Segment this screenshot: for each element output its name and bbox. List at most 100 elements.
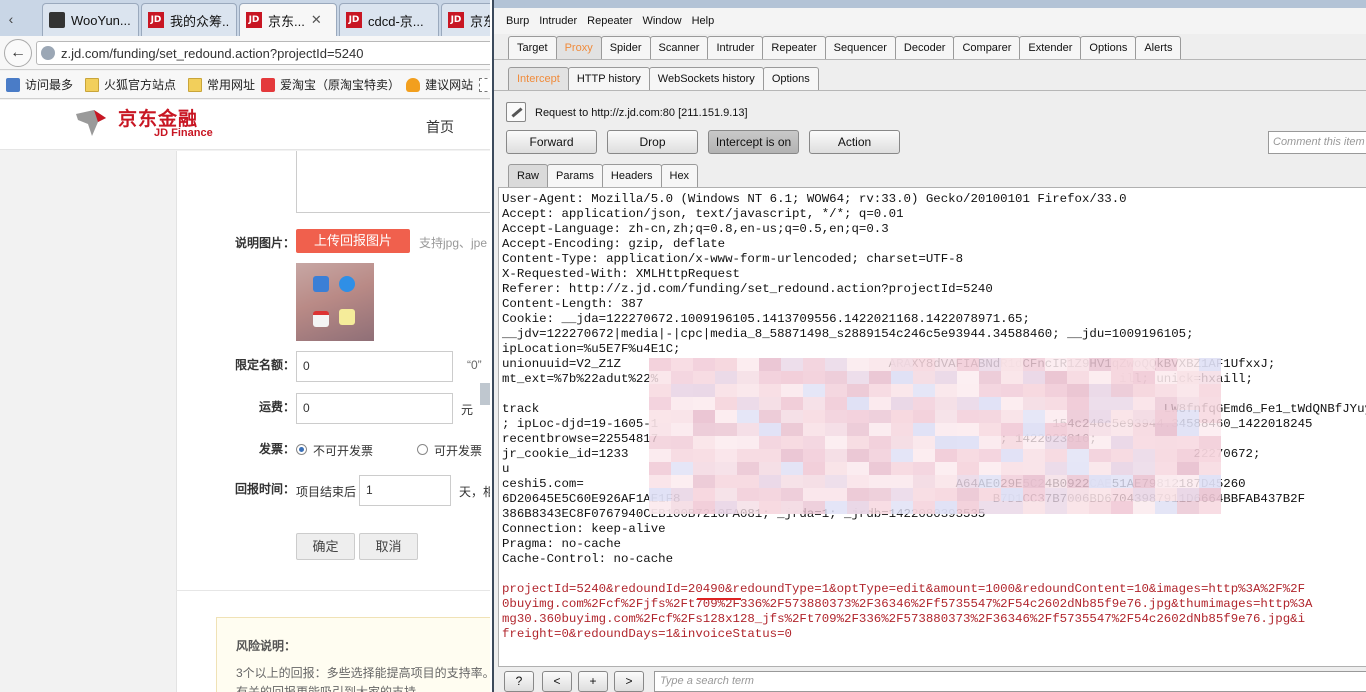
scrollbar-thumb[interactable] [480,383,490,405]
bookmark-overflow[interactable] [479,77,490,92]
menu-window[interactable]: Window [642,15,681,27]
redaction-block [1155,410,1177,423]
redaction-block [1023,384,1045,397]
redaction-block [671,371,693,384]
edit-pencil-icon[interactable] [506,102,526,122]
redaction-block [891,384,913,397]
tab-extender[interactable]: Extender [1019,36,1082,60]
bookmark-common-sites[interactable]: 常用网址 [188,76,255,93]
browser-tab-label: 我的众筹... [170,13,230,29]
tab-spider[interactable]: Spider [600,36,651,60]
redaction-block [913,475,935,488]
tab-params[interactable]: Params [547,164,603,188]
redaction-block [891,436,913,449]
redaction-block [1155,449,1177,462]
bookmark-ai-taobao[interactable]: 爱淘宝（原淘宝特卖） [261,76,400,93]
redaction-block [1067,501,1089,514]
upload-image-button[interactable]: 上传回报图片 [296,229,410,253]
raw-request-editor[interactable]: User-Agent: Mozilla/5.0 (Windows NT 6.1;… [498,187,1366,667]
redaction-block [1133,410,1155,423]
invoice-no-radio[interactable] [296,444,307,455]
redaction-block [913,397,935,410]
tab-intruder[interactable]: Intruder [707,36,764,60]
request-line: Accept-Encoding: gzip, deflate [502,237,726,251]
tab-intercept[interactable]: Intercept [508,67,569,91]
burp-menubar: Burp Intruder Repeater Window Help [494,8,1366,34]
uploaded-image-thumbnail[interactable] [296,263,374,341]
redound-description-textarea[interactable] [296,151,490,213]
browser-tab-wooyun[interactable]: WooYun... [42,3,139,36]
tab-options[interactable]: Options [1080,36,1137,60]
tab-repeater[interactable]: Repeater [762,36,826,60]
globe-icon [41,46,55,60]
bookmarks-toolbar: 访问最多 火狐官方站点 常用网址 爱淘宝（原淘宝特卖） 建议网站 [0,71,490,99]
tab-raw[interactable]: Raw [508,164,549,188]
tab-proxy-options[interactable]: Options [762,67,819,91]
bookmark-most-visited[interactable]: 访问最多 [6,76,73,93]
redaction-block [1177,384,1199,397]
intercept-toggle-button[interactable]: Intercept is on [708,130,799,154]
browser-tab-cdcd[interactable]: JD cdcd-京... [339,3,439,36]
tab-decoder[interactable]: Decoder [894,36,955,60]
forward-button[interactable]: Forward [506,130,597,154]
confirm-button[interactable]: 确定 [296,533,355,560]
bookmark-firefox-official[interactable]: 火狐官方站点 [85,76,176,93]
menu-repeater[interactable]: Repeater [587,15,632,27]
redaction-block [957,449,979,462]
redaction-block [1133,462,1155,475]
search-input[interactable]: Type a search term [654,671,1366,692]
back-arrow-icon[interactable]: ← [4,39,32,67]
redaction-block [913,462,935,475]
close-tab-icon[interactable]: ✕ [311,12,322,28]
tab-alerts[interactable]: Alerts [1135,36,1182,60]
jd-finance-logo-en: JD Finance [154,127,213,139]
tab-sequencer[interactable]: Sequencer [824,36,896,60]
menu-help[interactable]: Help [692,15,715,27]
redaction-block [935,371,957,384]
next-match-button[interactable]: > [614,671,644,692]
comment-input[interactable]: Comment this item [1268,131,1366,154]
redaction-block [781,384,803,397]
tab-comparer[interactable]: Comparer [953,36,1021,60]
request-line: ipLocation=%u5E7F%u4E1C; [502,342,681,356]
redaction-block [1177,358,1199,371]
url-bar[interactable]: z.jd.com/funding/set_redound.action?proj… [36,41,490,65]
help-button[interactable]: ? [504,671,534,692]
bookmark-label: 火狐官方站点 [104,78,177,92]
menu-intruder[interactable]: Intruder [539,15,577,27]
tab-proxy[interactable]: Proxy [555,36,602,60]
browser-tab-my-crowdfunding[interactable]: JD 我的众筹... [141,3,237,36]
nav-home-link[interactable]: 首页 [426,117,454,137]
finder-icon [313,276,329,292]
action-button[interactable]: Action [809,130,900,154]
tab-scroll-left-icon[interactable]: ‹ [0,6,22,32]
bookmark-suggested-sites[interactable]: 建议网站 [406,76,473,93]
menu-burp[interactable]: Burp [506,15,529,27]
drop-button[interactable]: Drop [607,130,698,154]
redaction-block [891,488,913,501]
tab-headers[interactable]: Headers [601,164,662,188]
tab-target[interactable]: Target [508,36,557,60]
redaction-block [715,501,737,514]
tab-http-history[interactable]: HTTP history [567,67,650,91]
tab-hex[interactable]: Hex [660,164,699,188]
browser-tab-jd-active[interactable]: JD 京东... ✕ [239,3,337,36]
redaction-block [1089,358,1111,371]
redaction-block [1199,449,1221,462]
cancel-button[interactable]: 取消 [359,533,418,560]
tab-websockets-history[interactable]: WebSockets history [648,67,764,91]
invoice-yes-radio[interactable] [417,444,428,455]
add-button[interactable]: + [578,671,608,692]
redaction-block [737,384,759,397]
previous-match-button[interactable]: < [542,671,572,692]
return-days-input[interactable]: 1 [359,475,451,506]
dashed-box-icon [479,77,490,92]
redaction-block [671,436,693,449]
redaction-block [1177,397,1199,410]
redaction-block [1177,436,1199,449]
tab-scanner[interactable]: Scanner [649,36,709,60]
browser-tab-jd-2[interactable]: JD 京东 [441,3,490,36]
redaction-block [891,462,913,475]
limit-input[interactable]: 0 [296,351,453,382]
shipping-input[interactable]: 0 [296,393,453,424]
